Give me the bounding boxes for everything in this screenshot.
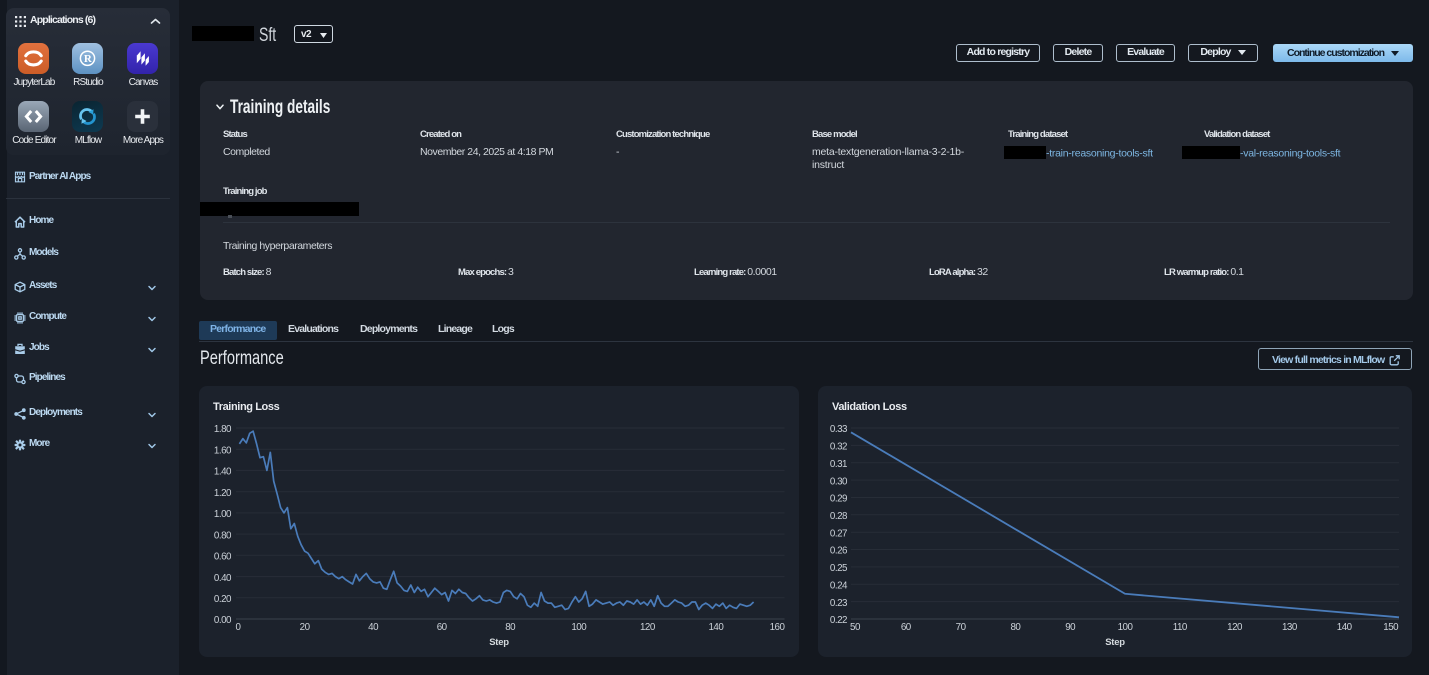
svg-text:160: 160 (770, 622, 786, 633)
svg-text:Training Loss: Training Loss (213, 401, 280, 413)
svg-text:100: 100 (571, 622, 587, 633)
svg-text:0.22: 0.22 (830, 615, 847, 626)
svg-text:140: 140 (708, 622, 724, 633)
svg-text:80: 80 (1010, 622, 1021, 633)
svg-text:Step: Step (1105, 637, 1125, 648)
svg-text:90: 90 (1065, 622, 1076, 633)
svg-text:1.40: 1.40 (214, 467, 232, 478)
svg-text:0.80: 0.80 (214, 530, 232, 541)
svg-text:0.30: 0.30 (830, 476, 848, 487)
svg-text:0.27: 0.27 (830, 528, 847, 539)
svg-text:Step: Step (489, 637, 509, 648)
svg-text:1.20: 1.20 (214, 488, 232, 499)
svg-text:0.25: 0.25 (830, 563, 848, 574)
svg-text:50: 50 (850, 622, 861, 633)
svg-text:60: 60 (901, 622, 912, 633)
svg-text:0.60: 0.60 (214, 552, 232, 563)
svg-text:0.33: 0.33 (830, 424, 848, 435)
svg-text:0.24: 0.24 (830, 581, 848, 592)
svg-text:0.31: 0.31 (830, 459, 847, 470)
svg-text:0: 0 (236, 622, 242, 633)
svg-text:0.23: 0.23 (830, 598, 848, 609)
svg-text:1.00: 1.00 (214, 509, 232, 520)
svg-text:40: 40 (368, 622, 379, 633)
svg-text:Validation Loss: Validation Loss (832, 401, 907, 413)
svg-text:0.40: 0.40 (214, 573, 232, 584)
svg-text:140: 140 (1337, 622, 1353, 633)
svg-text:120: 120 (1227, 622, 1243, 633)
svg-text:150: 150 (1383, 622, 1399, 633)
svg-text:80: 80 (505, 622, 516, 633)
svg-text:0.32: 0.32 (830, 442, 847, 453)
svg-text:130: 130 (1282, 622, 1298, 633)
svg-text:60: 60 (437, 622, 448, 633)
svg-text:0.00: 0.00 (214, 615, 232, 626)
svg-text:0.28: 0.28 (830, 511, 848, 522)
svg-text:0.20: 0.20 (214, 594, 232, 605)
svg-text:1.80: 1.80 (214, 424, 232, 435)
svg-text:120: 120 (640, 622, 656, 633)
svg-text:1.60: 1.60 (214, 445, 232, 456)
svg-text:0.26: 0.26 (830, 546, 848, 557)
svg-text:R: R (84, 53, 93, 65)
svg-text:20: 20 (300, 622, 311, 633)
svg-text:110: 110 (1173, 622, 1188, 633)
svg-text:0.29: 0.29 (830, 494, 847, 505)
svg-text:100: 100 (1118, 622, 1134, 633)
svg-text:70: 70 (956, 622, 967, 633)
